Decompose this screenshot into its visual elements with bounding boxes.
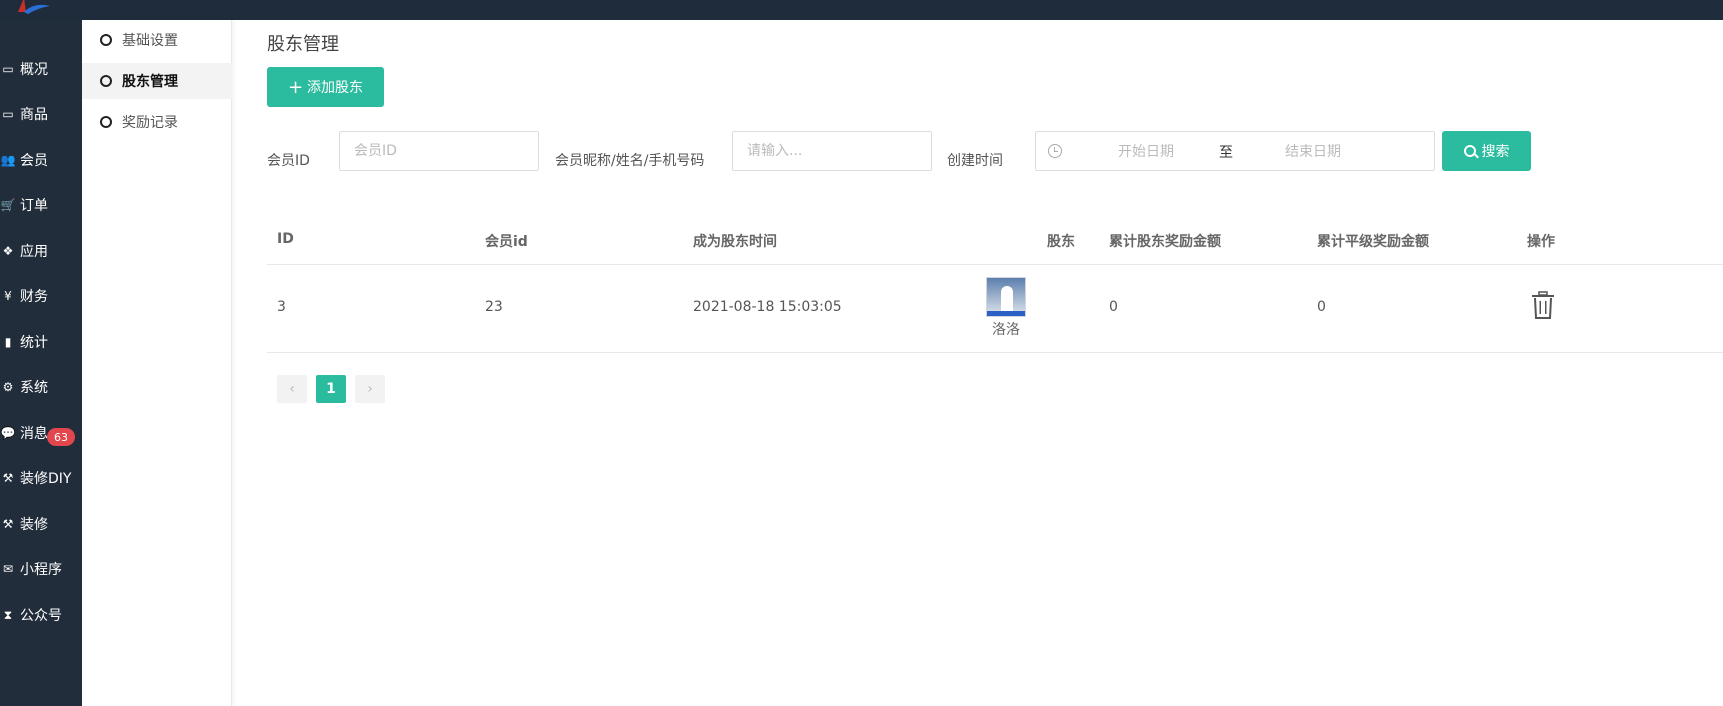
yen-icon: ¥ [4,289,12,303]
message-count-badge: 63 [47,428,75,446]
nav-label: 财务 [20,289,48,305]
window-icon: ▭ [2,107,14,121]
nav-item-system[interactable]: ⚙ 系统 [0,369,82,405]
search-label: 搜索 [1481,144,1510,160]
member-id-input[interactable] [339,131,539,171]
users-icon: 👥 [0,153,16,167]
brand-logo [18,0,50,14]
nav-item-finance[interactable]: ¥ 财务 [0,278,82,314]
nav-label: 商品 [20,107,48,123]
page-button-1[interactable]: 1 [316,375,346,403]
subnav-label: 基础设置 [122,33,178,49]
nav-item-official-account[interactable]: ⧗ 公众号 [0,597,82,633]
clock-icon [1048,144,1062,158]
pagination: ‹ 1 › [277,375,385,403]
col-shareholder: 股东 [1047,234,1075,250]
plus-icon: + [287,76,304,98]
nav-item-orders[interactable]: 🛒 订单 [0,187,82,223]
col-id: ID [277,231,294,247]
nav-item-overview[interactable]: ▭ 概况 [0,51,82,87]
next-page-button[interactable]: › [355,375,385,403]
circle-icon [100,34,112,46]
avatar [986,277,1026,317]
cell-join-time: 2021-08-18 15:03:05 [693,299,842,315]
nav-item-stats[interactable]: ▮ 统计 [0,324,82,360]
cubes-icon: ❖ [2,244,14,258]
hourglass-icon: ⧗ [3,607,13,622]
cell-shareholder-reward: 0 [1109,299,1118,315]
avatar-banner [987,311,1025,316]
nav-label: 订单 [20,198,48,214]
subnav-label: 股东管理 [122,74,178,90]
nav-label: 装修 [20,517,48,533]
subnav-label: 奖励记录 [122,115,178,131]
end-date-input[interactable] [1248,141,1378,163]
circle-icon [100,116,112,128]
avatar-figure [1001,286,1013,312]
subnav-item-shareholders[interactable]: 股东管理 [82,63,232,99]
top-bar [0,0,1723,20]
cart-icon: 🛒 [0,198,16,212]
nav-item-decorate[interactable]: ⚒ 装修 [0,506,82,542]
date-range-picker[interactable]: 至 [1035,131,1435,171]
gavel-icon: ⚒ [2,471,14,485]
add-shareholder-label: 添加股东 [307,80,364,96]
cell-peer-reward: 0 [1317,299,1326,315]
main-content: 股东管理 + 添加股东 会员ID 会员昵称/姓名/手机号码 创建时间 至 搜索 … [232,20,1723,706]
nav-label: 公众号 [20,608,62,624]
nav-label: 统计 [20,335,48,351]
prev-page-button[interactable]: ‹ [277,375,307,403]
nav-label: 应用 [20,244,48,260]
table-row: 3 23 2021-08-18 15:03:05 洛洛 0 0 [267,265,1723,353]
main-sidebar: ▭ 概况 ▭ 商品 👥 会员 🛒 订单 ❖ 应用 ¥ 财务 ▮ 统计 ⚙ 系统 … [0,20,82,706]
nav-item-members[interactable]: 👥 会员 [0,142,82,178]
cell-id: 3 [277,299,286,315]
wechat-icon: ✉ [2,562,14,576]
range-separator: 至 [1219,145,1233,161]
shareholder-table: ID 会员id 成为股东时间 股东 累计股东奖励金额 累计平级奖励金额 操作 3… [267,215,1723,353]
nav-item-apps[interactable]: ❖ 应用 [0,233,82,269]
subnav-item-reward-records[interactable]: 奖励记录 [82,104,232,140]
nav-item-goods[interactable]: ▭ 商品 [0,96,82,132]
nav-label: 消息 [20,426,48,442]
nav-label: 会员 [20,153,48,169]
window-icon: ▭ [2,62,14,76]
cell-member-id: 23 [485,299,503,315]
table-header: ID 会员id 成为股东时间 股东 累计股东奖励金额 累计平级奖励金额 操作 [267,215,1723,265]
col-actions: 操作 [1527,234,1555,250]
keyword-label: 会员昵称/姓名/手机号码 [555,153,705,169]
search-icon [1463,145,1476,157]
subnav-item-basic-settings[interactable]: 基础设置 [82,22,232,58]
nav-label: 装修DIY [20,471,72,487]
col-join-time: 成为股东时间 [693,234,777,250]
cell-shareholder-name: 洛洛 [992,322,1020,338]
nav-label: 系统 [20,380,48,396]
keyword-input[interactable] [732,131,932,171]
nav-label: 概况 [20,62,48,78]
nav-item-miniprogram[interactable]: ✉ 小程序 [0,551,82,587]
col-shareholder-reward: 累计股东奖励金额 [1109,234,1221,250]
col-member-id: 会员id [485,234,528,250]
bar-chart-icon: ▮ [4,335,12,349]
col-peer-reward: 累计平级奖励金额 [1317,234,1429,250]
sub-sidebar: 基础设置 股东管理 奖励记录 [82,20,232,706]
add-shareholder-button[interactable]: + 添加股东 [267,67,384,107]
delete-icon[interactable] [1531,291,1555,319]
search-button[interactable]: 搜索 [1442,131,1531,171]
gavel-icon: ⚒ [2,517,14,531]
member-id-label: 会员ID [267,153,310,169]
start-date-input[interactable] [1081,141,1211,163]
nav-label: 小程序 [20,562,62,578]
page-title: 股东管理 [267,34,339,55]
created-time-label: 创建时间 [947,153,1003,169]
gears-icon: ⚙ [2,380,14,394]
chat-icon: 💬 [0,426,16,440]
nav-item-decorate-diy[interactable]: ⚒ 装修DIY [0,460,82,496]
circle-icon [100,75,112,87]
